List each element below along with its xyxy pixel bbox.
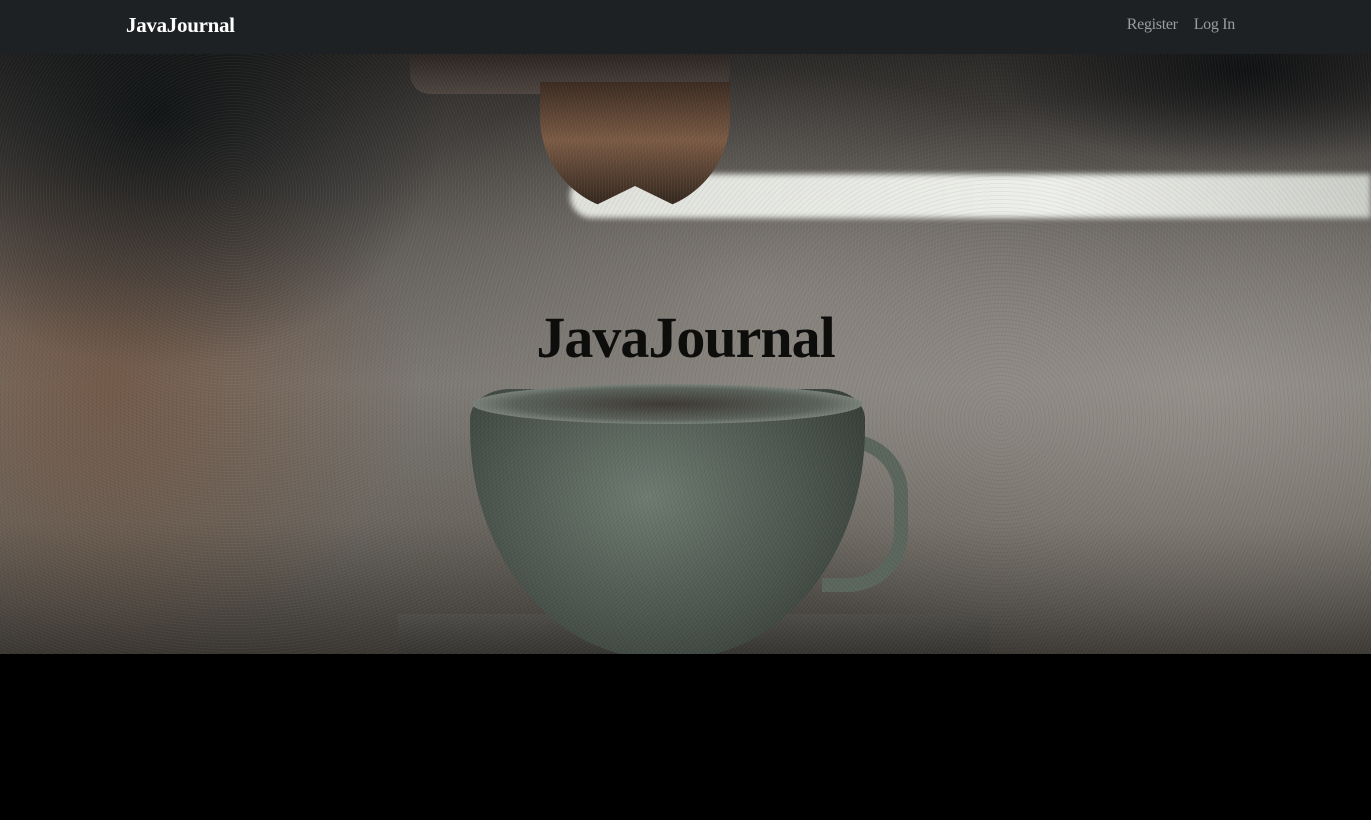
brand-logo-link[interactable]: JavaJournal <box>126 13 235 38</box>
top-navbar: JavaJournal Register Log In <box>0 0 1371 54</box>
register-link[interactable]: Register <box>1127 16 1178 34</box>
login-link[interactable]: Log In <box>1194 16 1236 34</box>
hero-banner: JavaJournal <box>0 54 1371 654</box>
page-lower-area <box>0 654 1371 820</box>
nav-links: Register Log In <box>1127 16 1236 34</box>
hero-title: JavaJournal <box>536 305 835 370</box>
coffee-cup-rim <box>472 384 862 424</box>
